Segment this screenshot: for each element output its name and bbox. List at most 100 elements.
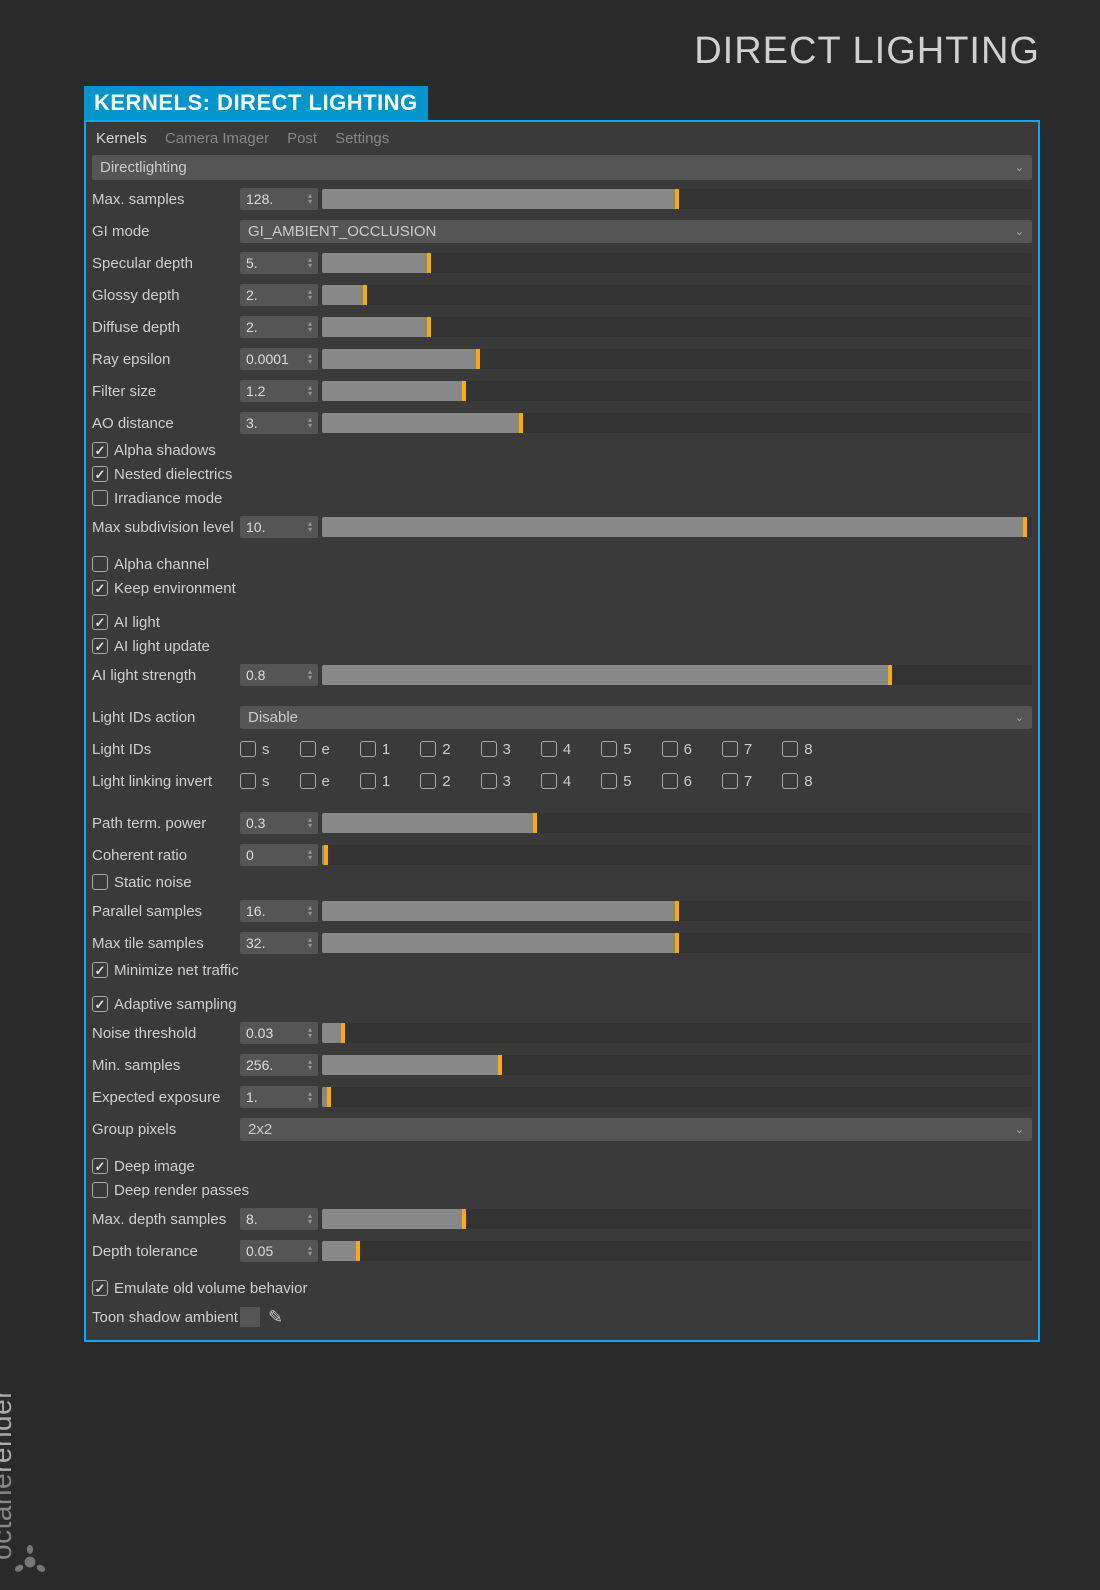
checkbox-light-linking-8[interactable] <box>782 773 798 789</box>
spinner-expected_exposure[interactable]: 1.▴▾ <box>240 1086 318 1108</box>
light-ids-item-e: e <box>300 741 330 758</box>
checkbox-alpha_channel[interactable] <box>92 556 108 572</box>
page-title: DIRECT LIGHTING <box>694 30 1040 73</box>
checkbox-light-ids-3[interactable] <box>481 741 497 757</box>
row-toon-shadow: Toon shadow ambient ✎ <box>92 1302 1032 1332</box>
spinner-depth_tolerance[interactable]: 0.05▴▾ <box>240 1240 318 1262</box>
checkbox-light-ids-7[interactable] <box>722 741 738 757</box>
spinner-path_term_power[interactable]: 0.3▴▾ <box>240 812 318 834</box>
checkbox-static_noise[interactable] <box>92 874 108 890</box>
checkbox-adaptive_sampling[interactable] <box>92 996 108 1012</box>
checkbox-nested_dielectrics[interactable] <box>92 466 108 482</box>
tab-settings[interactable]: Settings <box>335 130 389 147</box>
checkbox-light-linking-7[interactable] <box>722 773 738 789</box>
settings-panel: Kernels Camera Imager Post Settings Dire… <box>84 120 1040 1342</box>
checkbox-irradiance_mode[interactable] <box>92 490 108 506</box>
slider-max_depth_samples[interactable] <box>322 1209 1032 1229</box>
slider-ray_epsilon[interactable] <box>322 349 1032 369</box>
checkbox-light-ids-s[interactable] <box>240 741 256 757</box>
light-ids-item-8: 8 <box>782 741 812 758</box>
label-noise_threshold: Noise threshold <box>92 1025 240 1042</box>
checkbox-light-linking-6[interactable] <box>662 773 678 789</box>
spinner-max_subdiv[interactable]: 10.▴▾ <box>240 516 318 538</box>
select-light-ids-action[interactable]: Disable⌄ <box>240 706 1032 729</box>
checkbox-light-linking-3[interactable] <box>481 773 497 789</box>
checkbox-keep_environment[interactable] <box>92 580 108 596</box>
checkbox-label-alpha_shadows: Alpha shadows <box>114 442 216 459</box>
spinner-ai_light_strength[interactable]: 0.8▴▾ <box>240 664 318 686</box>
spinner-specular_depth[interactable]: 5.▴▾ <box>240 252 318 274</box>
checkbox-light-linking-2[interactable] <box>420 773 436 789</box>
slider-max_subdiv[interactable] <box>322 517 1032 537</box>
slider-min_samples[interactable] <box>322 1055 1032 1075</box>
slider-ai_light_strength[interactable] <box>322 665 1032 685</box>
eyedropper-icon[interactable]: ✎ <box>268 1307 283 1328</box>
slider-glossy_depth[interactable] <box>322 285 1032 305</box>
spinner-filter_size[interactable]: 1.2▴▾ <box>240 380 318 402</box>
checkbox-light-ids-1[interactable] <box>360 741 376 757</box>
tab-kernels[interactable]: Kernels <box>96 130 147 147</box>
spinner-max_tile_samples[interactable]: 32.▴▾ <box>240 932 318 954</box>
checkbox-light-ids-8[interactable] <box>782 741 798 757</box>
spinner-noise_threshold[interactable]: 0.03▴▾ <box>240 1022 318 1044</box>
checkbox-emulate_old_volume[interactable] <box>92 1280 108 1296</box>
spinner-min_samples[interactable]: 256.▴▾ <box>240 1054 318 1076</box>
slider-specular_depth[interactable] <box>322 253 1032 273</box>
spinner-glossy_depth[interactable]: 2.▴▾ <box>240 284 318 306</box>
select-group-pixels[interactable]: 2x2⌄ <box>240 1118 1032 1141</box>
checkbox-light-linking-s[interactable] <box>240 773 256 789</box>
spinner-coherent_ratio[interactable]: 0▴▾ <box>240 844 318 866</box>
checkbox-light-ids-e[interactable] <box>300 741 316 757</box>
checkbox-ai_light[interactable] <box>92 614 108 630</box>
checkbox-light-ids-2[interactable] <box>420 741 436 757</box>
brand-text: octanerender™ <box>0 1378 18 1560</box>
slider-depth_tolerance[interactable] <box>322 1241 1032 1261</box>
label-filter_size: Filter size <box>92 383 240 400</box>
spinner-parallel_samples[interactable]: 16.▴▾ <box>240 900 318 922</box>
spinner-max_depth_samples[interactable]: 8.▴▾ <box>240 1208 318 1230</box>
spinner-diffuse_depth[interactable]: 2.▴▾ <box>240 316 318 338</box>
tab-camera-imager[interactable]: Camera Imager <box>165 130 269 147</box>
row-parallel_samples: Parallel samples 16.▴▾ <box>92 896 1032 926</box>
checkbox-light-linking-5[interactable] <box>601 773 617 789</box>
chevron-down-icon: ⌄ <box>1015 161 1024 174</box>
kernel-dropdown[interactable]: Directlighting ⌄ <box>92 155 1032 180</box>
light-ids-item-5: 5 <box>601 741 631 758</box>
checkbox-light-linking-e[interactable] <box>300 773 316 789</box>
light-linking-item-5: 5 <box>601 773 631 790</box>
slider-diffuse_depth[interactable] <box>322 317 1032 337</box>
slider-noise_threshold[interactable] <box>322 1023 1032 1043</box>
checkbox-alpha_shadows[interactable] <box>92 442 108 458</box>
select-gi-mode[interactable]: GI_AMBIENT_OCCLUSION⌄ <box>240 220 1032 243</box>
color-swatch-toon-shadow[interactable] <box>240 1307 260 1327</box>
slider-coherent_ratio[interactable] <box>322 845 1032 865</box>
spinner-max_samples[interactable]: 128.▴▾ <box>240 188 318 210</box>
slider-parallel_samples[interactable] <box>322 901 1032 921</box>
checkbox-light-ids-4[interactable] <box>541 741 557 757</box>
row-min_samples: Min. samples 256.▴▾ <box>92 1050 1032 1080</box>
row-filter_size: Filter size 1.2▴▾ <box>92 376 1032 406</box>
label-coherent_ratio: Coherent ratio <box>92 847 240 864</box>
tab-post[interactable]: Post <box>287 130 317 147</box>
spinner-ao_distance[interactable]: 3.▴▾ <box>240 412 318 434</box>
spinner-ray_epsilon[interactable]: 0.0001▴▾ <box>240 348 318 370</box>
checkbox-light-ids-6[interactable] <box>662 741 678 757</box>
checkbox-light-linking-1[interactable] <box>360 773 376 789</box>
check-row-keep_environment: Keep environment <box>92 576 1032 600</box>
label-ai_light_strength: AI light strength <box>92 667 240 684</box>
checkbox-deep_image[interactable] <box>92 1158 108 1174</box>
slider-expected_exposure[interactable] <box>322 1087 1032 1107</box>
slider-filter_size[interactable] <box>322 381 1032 401</box>
light-linking-item-1: 1 <box>360 773 390 790</box>
light-ids-item-3: 3 <box>481 741 511 758</box>
slider-max_tile_samples[interactable] <box>322 933 1032 953</box>
slider-path_term_power[interactable] <box>322 813 1032 833</box>
checkbox-ai_light_update[interactable] <box>92 638 108 654</box>
label-min_samples: Min. samples <box>92 1057 240 1074</box>
checkbox-light-ids-5[interactable] <box>601 741 617 757</box>
checkbox-deep_render_passes[interactable] <box>92 1182 108 1198</box>
checkbox-minimize_net_traffic[interactable] <box>92 962 108 978</box>
checkbox-light-linking-4[interactable] <box>541 773 557 789</box>
slider-max_samples[interactable] <box>322 189 1032 209</box>
slider-ao_distance[interactable] <box>322 413 1032 433</box>
